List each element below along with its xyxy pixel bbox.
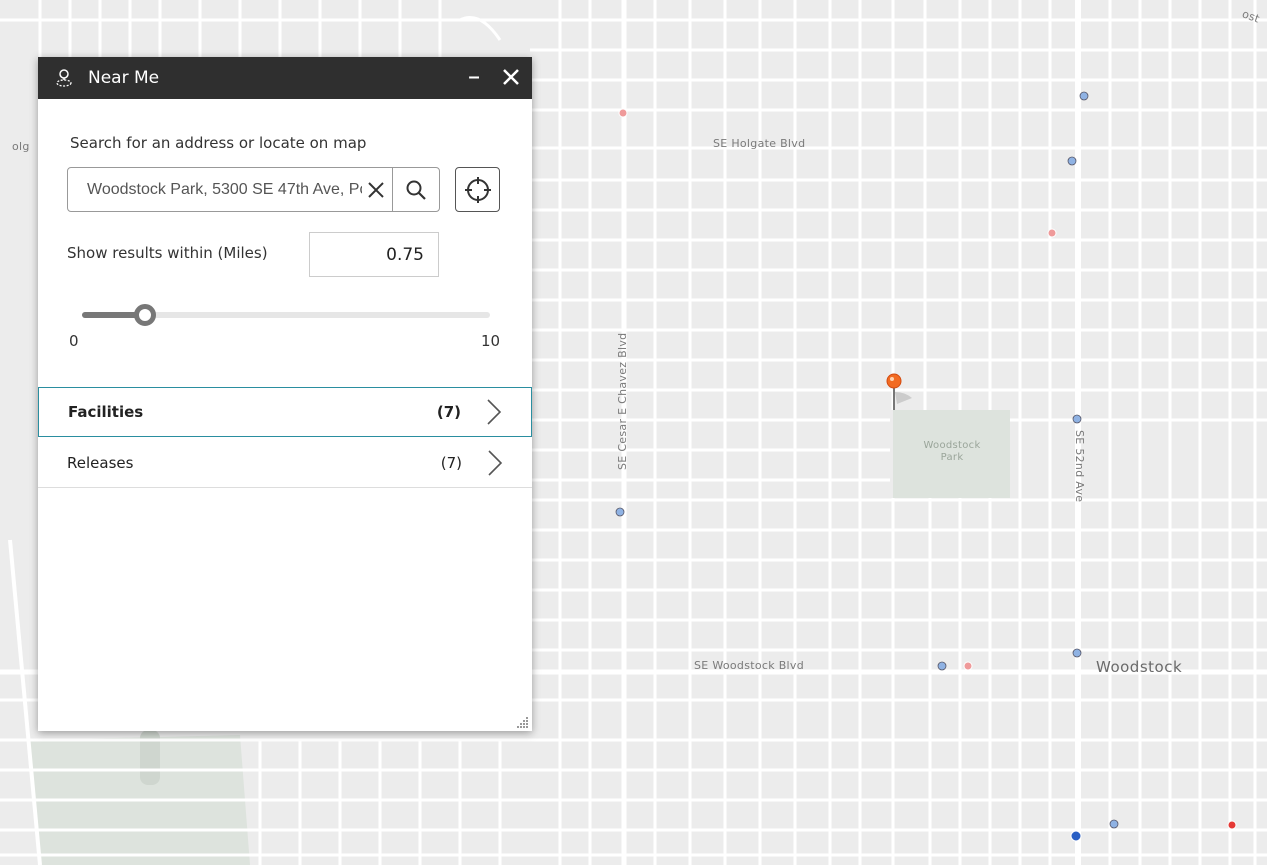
distance-slider-thumb[interactable] — [133, 304, 156, 326]
panel-header[interactable]: Near Me – — [38, 57, 532, 99]
map-label-52nd-ave: SE 52nd Ave — [1073, 430, 1086, 503]
search-button[interactable] — [392, 168, 439, 211]
chevron-right-icon — [487, 399, 502, 425]
result-count: (7) — [440, 453, 462, 472]
map-label-woodstock-blvd: SE Woodstock Blvd — [694, 659, 804, 672]
panel-title: Near Me — [88, 68, 160, 88]
result-row-facilities[interactable]: Facilities (7) — [38, 387, 532, 437]
slider-max-label: 10 — [481, 332, 501, 350]
locate-pin-icon — [56, 69, 72, 87]
radius-label: Show results within (Miles) — [67, 244, 268, 262]
close-icon[interactable] — [500, 66, 522, 88]
result-count: (7) — [436, 403, 461, 421]
minimize-button[interactable]: – — [464, 67, 484, 87]
clear-icon[interactable] — [364, 178, 388, 202]
resize-grip-icon[interactable] — [517, 716, 529, 728]
map-label-chavez: SE Cesar E Chavez Blvd — [616, 332, 629, 470]
minimize-icon: – — [468, 66, 480, 88]
map-label-woodstock-park: Woodstock Park — [923, 440, 981, 463]
result-label: Releases — [67, 453, 134, 472]
map-label-edge-left: olg — [12, 140, 30, 153]
search-icon — [406, 180, 426, 200]
chevron-right-icon — [488, 449, 503, 476]
map-label-holgate: SE Holgate Blvd — [713, 137, 806, 150]
map-label-woodstock: Woodstock — [1096, 658, 1183, 676]
crosshair-icon — [464, 176, 491, 203]
result-row-releases[interactable]: Releases (7) — [38, 438, 532, 488]
radius-input[interactable] — [309, 232, 439, 277]
search-box — [67, 167, 440, 212]
result-label: Facilities — [68, 403, 144, 421]
search-input[interactable] — [87, 180, 362, 199]
slider-min-label: 0 — [69, 332, 79, 350]
locate-button[interactable] — [455, 167, 500, 212]
near-me-panel: Near Me – Search for an address or locat… — [38, 57, 532, 731]
search-label: Search for an address or locate on map — [70, 134, 367, 152]
